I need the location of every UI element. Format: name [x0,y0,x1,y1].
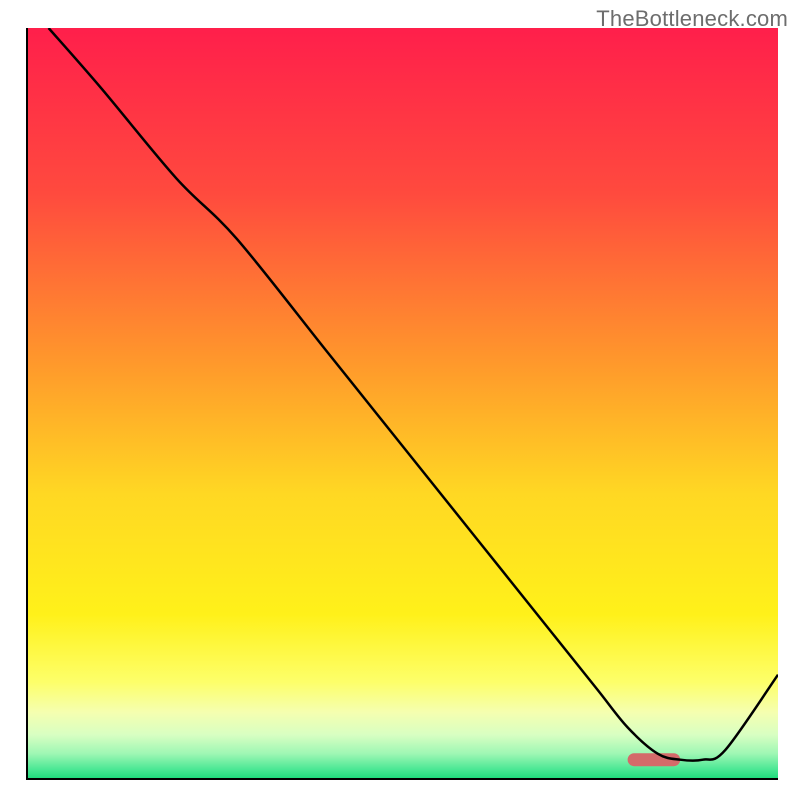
plot-area [26,28,778,780]
bottleneck-curve-chart [26,28,778,780]
gradient-background [26,28,778,780]
chart-stage: TheBottleneck.com [0,0,800,800]
